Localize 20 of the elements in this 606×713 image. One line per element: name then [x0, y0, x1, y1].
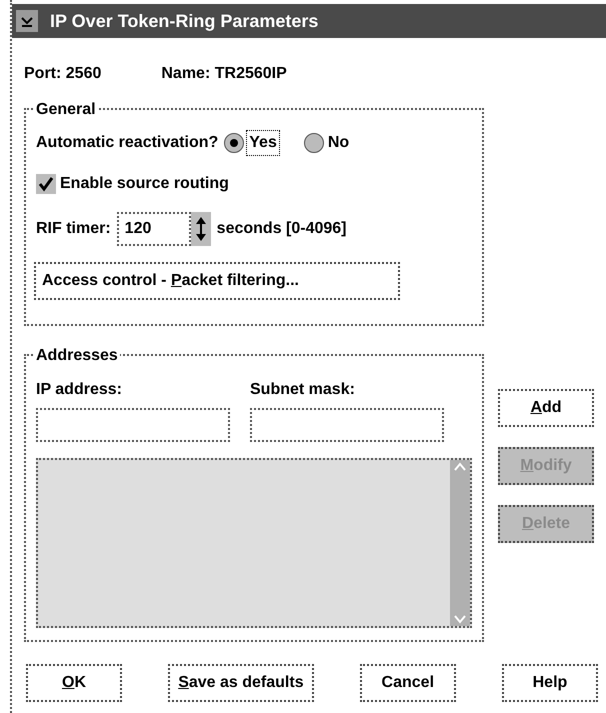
reactivation-label: Automatic reactivation?	[36, 133, 218, 153]
dialog-button[interactable]: Access control - Packet filtering...	[34, 262, 400, 300]
system-menu-icon[interactable]	[16, 10, 38, 32]
dialog-button[interactable]: OK	[26, 664, 122, 702]
name-label: Name: TR2560IP	[161, 64, 287, 84]
dialog-button[interactable]: Add	[498, 389, 594, 427]
rif-timer-label: RIF timer:	[36, 219, 111, 239]
source-routing-checkbox[interactable]: Enable source routing	[36, 172, 472, 196]
port-label: Port: 2560	[24, 64, 102, 84]
subnet-mask-label: Subnet mask:	[250, 380, 356, 400]
radio-option[interactable]: No	[304, 131, 352, 155]
ip-address-label: IP address:	[36, 380, 123, 400]
dialog-button[interactable]: Cancel	[360, 664, 456, 702]
subnet-mask-field[interactable]	[250, 408, 444, 442]
dialog-button[interactable]: Help	[502, 664, 598, 702]
ip-address-field[interactable]	[36, 408, 230, 442]
rif-timer-unit: seconds [0-4096]	[216, 219, 347, 239]
spin-arrows-icon[interactable]	[190, 212, 211, 246]
dialog-button[interactable]: Save as defaults	[168, 664, 314, 702]
window-title: IP Over Token-Ring Parameters	[50, 10, 318, 33]
